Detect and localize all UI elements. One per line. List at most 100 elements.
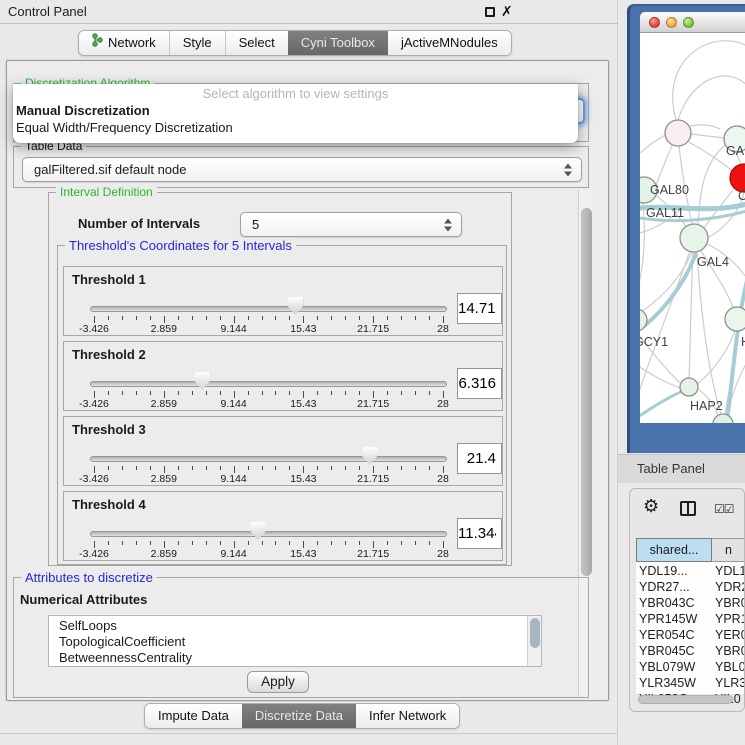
tab-cyni-toolbox[interactable]: Cyni Toolbox	[288, 31, 388, 55]
bottom-tab-impute-data[interactable]: Impute Data	[145, 704, 242, 728]
threshold-label: Threshold 3	[72, 422, 146, 437]
threshold-slider-track[interactable]	[90, 381, 447, 387]
close-traffic-light-icon[interactable]	[649, 17, 660, 28]
table-header-name[interactable]: n	[712, 538, 745, 562]
threshold-slider-thumb[interactable]	[194, 372, 210, 390]
tab-jactivemnodules[interactable]: jActiveMNodules	[388, 31, 511, 55]
threshold-slider-thumb[interactable]	[250, 522, 266, 540]
threshold-slider-thumb[interactable]	[287, 297, 303, 315]
table-row[interactable]: YDL19...YDL1	[636, 563, 745, 579]
tick-mark	[234, 316, 235, 323]
table-row[interactable]: YDR27...YDR2	[636, 579, 745, 595]
tick-mark	[206, 391, 207, 395]
table-row[interactable]: YER054CYER0	[636, 627, 745, 643]
threshold-slider-track[interactable]	[90, 456, 447, 462]
tick-label: 9.144	[220, 323, 246, 335]
threshold-slider-track[interactable]	[90, 306, 447, 312]
table-row[interactable]: YPR145WYPR1	[636, 611, 745, 627]
network-window-titlebar[interactable]	[640, 12, 745, 33]
checkboxes-icon[interactable]: ☑☑	[714, 502, 734, 516]
attributes-scrollbar-track[interactable]	[527, 616, 541, 666]
threshold-value-field[interactable]	[457, 443, 502, 474]
tick-label: -3.426	[79, 548, 109, 560]
zoom-traffic-light-icon[interactable]	[683, 17, 694, 28]
table-hscrollbar-track[interactable]	[638, 695, 740, 704]
tick-mark	[429, 541, 430, 545]
close-icon[interactable]: ✗	[501, 3, 513, 20]
network-node-gal80[interactable]	[665, 120, 691, 146]
network-edge[interactable]	[678, 76, 745, 120]
tick-mark	[373, 466, 374, 473]
float-window-icon[interactable]	[485, 7, 495, 17]
network-edge-highlighted[interactable]	[640, 253, 696, 333]
bottom-tab-discretize-data[interactable]: Discretize Data	[242, 704, 356, 728]
tick-label: 9.144	[220, 548, 246, 560]
network-edge[interactable]	[656, 144, 673, 185]
tick-label: 21.715	[357, 548, 389, 560]
threshold-label: Threshold 2	[72, 347, 146, 362]
algorithm-option[interactable]: Manual Discretization	[16, 102, 572, 119]
threshold-value-field[interactable]	[457, 518, 502, 549]
network-node-hap2[interactable]	[680, 378, 698, 396]
number-of-intervals-combobox[interactable]: 5	[240, 212, 462, 237]
network-icon	[92, 31, 103, 55]
tick-mark	[164, 391, 165, 398]
threshold-value-field[interactable]	[457, 368, 502, 399]
table-row[interactable]: YLR345WYLR3	[636, 675, 745, 691]
tick-mark	[262, 391, 263, 395]
tab-style[interactable]: Style	[169, 31, 225, 55]
tick-mark	[262, 541, 263, 545]
thresholds-group: Threshold's Coordinates for 5 Intervals …	[57, 245, 507, 565]
table-row[interactable]: YBL079WYBL0	[636, 659, 745, 675]
threshold-row: Threshold 3-3.4262.8599.14415.4321.71528	[63, 416, 503, 486]
tab-network[interactable]: Network	[79, 31, 169, 55]
control-panel-titlebar: Control Panel ✗	[0, 0, 618, 24]
table-cell-shared-name: YBL079W	[639, 659, 712, 675]
minimize-traffic-light-icon[interactable]	[666, 17, 677, 28]
tick-mark	[275, 466, 276, 470]
threshold-slider-track[interactable]	[90, 531, 447, 537]
gear-icon[interactable]: ⚙	[643, 496, 659, 517]
bottom-tab-label: Impute Data	[158, 704, 229, 728]
attribute-list-item[interactable]: BetweennessCentrality	[59, 650, 541, 666]
network-node-bottom-node[interactable]	[713, 414, 733, 423]
tick-mark	[345, 466, 346, 470]
network-node-gal4[interactable]	[680, 224, 708, 252]
attributes-scrollbar-thumb[interactable]	[530, 618, 540, 648]
network-edge-highlighted[interactable]	[640, 390, 686, 421]
network-edge[interactable]	[691, 134, 724, 138]
network-node-h-node[interactable]	[725, 307, 745, 331]
network-node-selected-red[interactable]	[730, 164, 745, 192]
bottom-tab-infer-network[interactable]: Infer Network	[356, 704, 459, 728]
thresholds-group-title: Threshold's Coordinates for 5 Intervals	[65, 238, 296, 253]
table-row[interactable]: YBR043CYBR0	[636, 595, 745, 611]
tick-mark	[108, 316, 109, 320]
threshold-slider-thumb[interactable]	[362, 447, 378, 465]
network-canvas[interactable]: GAL80GACGAL11GAL4GCY1HHAP2	[640, 33, 745, 423]
tab-select[interactable]: Select	[225, 31, 288, 55]
table-data-combobox[interactable]: galFiltered.sif default node	[22, 157, 582, 182]
threshold-value-field[interactable]	[457, 293, 502, 324]
table-header-shared[interactable]: shared...	[636, 538, 712, 562]
tick-mark	[108, 466, 109, 470]
network-graph: GAL80GACGAL11GAL4GCY1HHAP2	[640, 33, 745, 423]
panel-scrollbar-thumb[interactable]	[581, 208, 592, 576]
tick-mark	[443, 316, 444, 323]
columns-icon[interactable]	[680, 501, 696, 516]
network-node-gcy1[interactable]	[640, 309, 647, 331]
table-hscrollbar-thumb[interactable]	[638, 695, 733, 704]
attribute-list-item[interactable]: SelfLoops	[59, 618, 541, 634]
algorithm-option[interactable]: Equal Width/Frequency Discretization	[16, 119, 572, 136]
apply-button[interactable]: Apply	[247, 671, 309, 693]
network-node-label: GAL80	[650, 183, 689, 197]
tick-mark	[150, 316, 151, 320]
network-edge[interactable]	[698, 330, 735, 383]
table-row[interactable]: YBR045CYBR0	[636, 643, 745, 659]
attribute-list-item[interactable]: TopologicalCoefficient	[59, 634, 541, 650]
tick-mark	[317, 391, 318, 395]
tab-label: Select	[239, 31, 275, 55]
tick-mark	[192, 466, 193, 470]
network-edge[interactable]	[640, 363, 680, 388]
tick-mark	[164, 466, 165, 473]
network-edge[interactable]	[698, 145, 725, 225]
